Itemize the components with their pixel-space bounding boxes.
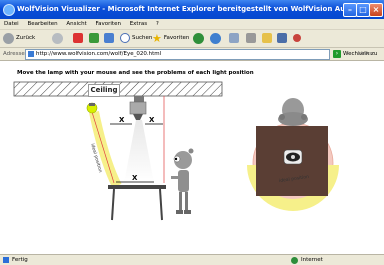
ideal-position-arc-left (89, 110, 122, 189)
presenter-figure (171, 148, 194, 214)
table-leg-left (111, 188, 115, 221)
lighting-illustration (13, 81, 339, 221)
browser-window: WolfVision Visualizer - Microsoft Intern… (0, 0, 384, 265)
camera-beam (124, 120, 154, 183)
globe-icon (291, 256, 298, 264)
camera-lens (133, 114, 143, 120)
page-heading: Move the lamp with your mouse and see th… (17, 70, 254, 76)
top-view-presenter (278, 98, 308, 126)
distance-label-bottom: X (132, 174, 138, 182)
table-top (108, 185, 166, 189)
camera-head (129, 101, 147, 115)
status-bar: Fertig Internet (0, 254, 384, 265)
page-done-icon (3, 257, 9, 263)
distance-label-top-left: X (119, 116, 125, 124)
ceiling-label: Ceiling (88, 84, 120, 97)
lamp-base (89, 103, 95, 106)
camera-mount (134, 96, 144, 102)
top-view-eye-pupil (291, 155, 295, 159)
table-leg-right (159, 188, 163, 221)
distance-label-top-right: X (149, 116, 155, 124)
